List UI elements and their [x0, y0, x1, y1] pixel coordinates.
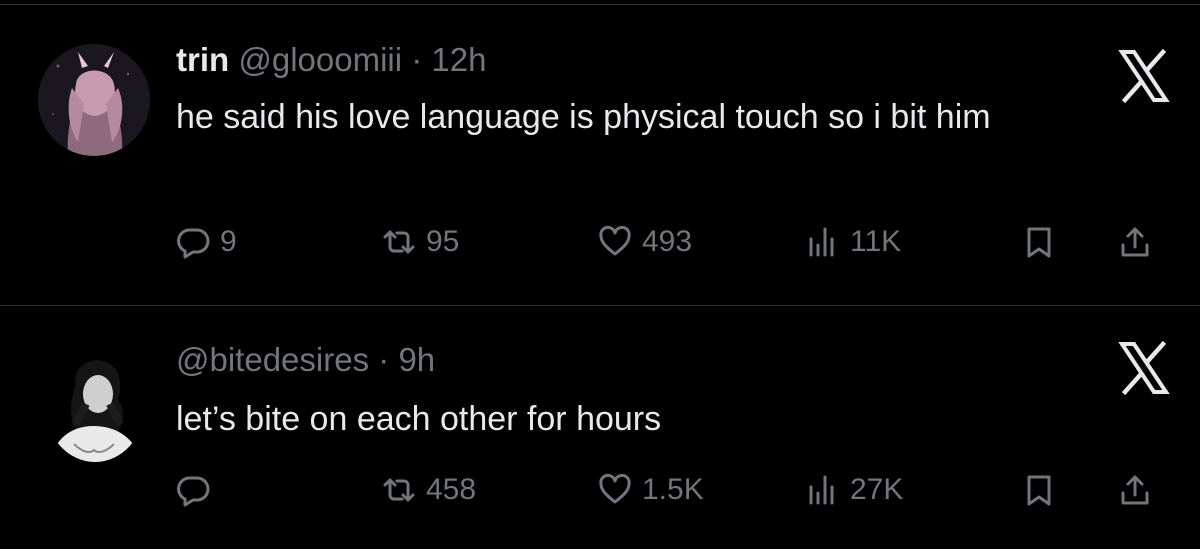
repost-button[interactable]: 458 — [382, 470, 476, 510]
avatar-trin[interactable] — [38, 44, 150, 156]
views-button[interactable]: 27K — [806, 470, 903, 510]
like-button[interactable]: 1.5K — [598, 470, 704, 510]
reply-button[interactable] — [176, 470, 220, 510]
bookmark-icon — [1022, 225, 1056, 259]
reply-count: 9 — [220, 225, 237, 258]
heart-icon — [598, 473, 632, 507]
tweet-header: @bitedesires · 9h — [176, 340, 435, 380]
x-logo-icon — [1116, 340, 1172, 396]
views-button[interactable]: 11K — [806, 222, 901, 262]
timestamp[interactable]: 9h — [398, 341, 435, 378]
like-count: 1.5K — [642, 473, 704, 506]
tweet-2[interactable]: @bitedesires · 9h let’s bite on each oth… — [0, 306, 1200, 549]
bookmark-icon — [1022, 473, 1056, 507]
share-upload-icon — [1118, 473, 1152, 507]
avatar-bitedesires[interactable] — [46, 354, 144, 462]
like-count: 493 — [642, 225, 693, 258]
like-button[interactable]: 493 — [598, 222, 692, 262]
share-button[interactable] — [1118, 470, 1152, 510]
display-name[interactable]: trin — [176, 41, 229, 78]
tweet-text: let’s bite on each other for hours — [176, 400, 662, 438]
repost-count: 95 — [426, 225, 460, 258]
repost-button[interactable]: 95 — [382, 222, 459, 262]
view-count: 11K — [850, 225, 902, 258]
handle[interactable]: @glooomiii — [238, 41, 402, 78]
tweet-1[interactable]: trin @glooomiii · 12h he said his love l… — [0, 0, 1200, 305]
timestamp[interactable]: 12h — [431, 41, 486, 78]
repost-count: 458 — [426, 473, 477, 506]
reply-bubble-icon — [176, 225, 210, 259]
views-bars-icon — [806, 225, 840, 259]
action-bar: 9 95 493 11K — [176, 222, 1176, 262]
separator: · — [378, 341, 390, 378]
repost-arrows-icon — [382, 225, 416, 259]
heart-icon — [598, 225, 632, 259]
tweet-text: he said his love language is physical to… — [176, 98, 991, 136]
reply-button[interactable]: 9 — [176, 222, 237, 262]
handle[interactable]: @bitedesires — [176, 341, 369, 378]
repost-arrows-icon — [382, 473, 416, 507]
share-button[interactable] — [1118, 222, 1152, 262]
bookmark-button[interactable] — [1022, 222, 1056, 262]
share-upload-icon — [1118, 225, 1152, 259]
action-bar: 458 1.5K 27K — [176, 470, 1176, 510]
bookmark-button[interactable] — [1022, 470, 1056, 510]
view-count: 27K — [850, 473, 904, 506]
reply-bubble-icon — [176, 473, 210, 507]
views-bars-icon — [806, 473, 840, 507]
tweet-header: trin @glooomiii · 12h — [176, 40, 486, 80]
separator: · — [411, 41, 423, 78]
